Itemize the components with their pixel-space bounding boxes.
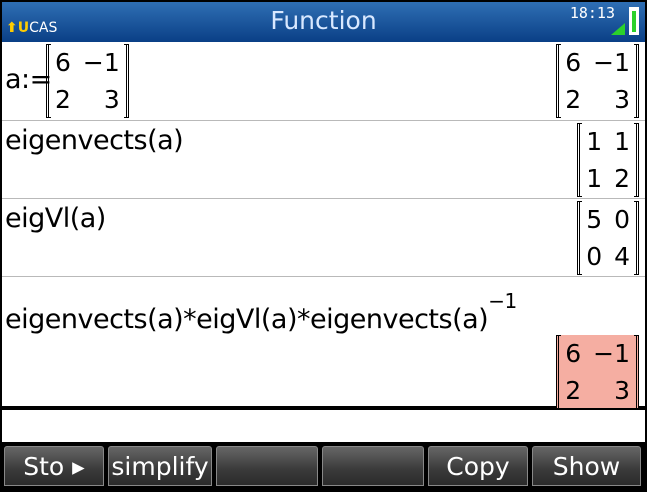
wireless-icon xyxy=(611,23,625,35)
result-matrix: 6 −1 2 3 xyxy=(556,44,639,118)
soft-menu-bar: Sto ▸ simplify Copy Show xyxy=(2,442,645,490)
result-matrix: 1 1 1 2 xyxy=(577,123,639,197)
clock: 18:13 xyxy=(569,4,615,22)
matrix-cell: 2 xyxy=(55,85,71,114)
show-button[interactable]: Show xyxy=(532,446,641,486)
battery-icon xyxy=(629,7,639,35)
matrix-cell: 3 xyxy=(614,376,630,405)
result-matrix-selected: 6 −1 2 3 xyxy=(556,335,639,409)
history-entry[interactable]: eigenvects(a) 1 1 1 2 xyxy=(2,121,645,199)
title-bar: ⬆UCAS Function 18:13 xyxy=(2,2,645,42)
matrix-cell: 1 xyxy=(586,164,603,193)
history-area[interactable]: a:= 6 −1 2 3 6 −1 2 3 eigenvects(a) 1 1 … xyxy=(2,42,645,409)
history-input: eigenvects(a) xyxy=(5,125,184,156)
history-entry[interactable]: a:= 6 −1 2 3 6 −1 2 3 xyxy=(2,42,645,121)
matrix-cell: −1 xyxy=(593,48,630,77)
calculator-screen: ⬆UCAS Function 18:13 a:= 6 −1 2 3 6 −1 2 xyxy=(0,0,647,492)
input-text: a:= xyxy=(5,64,52,95)
matrix-cell: 6 xyxy=(55,48,71,77)
matrix-cell: 0 xyxy=(614,205,630,234)
history-input: eigenvects(a)*eigVl(a)*eigenvects(a)−1 xyxy=(5,289,517,335)
matrix-cell: 6 xyxy=(565,339,582,368)
matrix-cell: 2 xyxy=(614,164,630,193)
result-matrix: 5 0 0 4 xyxy=(577,201,639,275)
matrix-cell: −1 xyxy=(82,48,120,77)
blank-softkey[interactable] xyxy=(216,446,318,486)
app-title: Function xyxy=(270,6,377,35)
input-matrix: 6 −1 2 3 xyxy=(46,44,129,118)
matrix-cell: 0 xyxy=(586,242,603,271)
exponent: −1 xyxy=(488,289,517,313)
input-text: eigenvects(a)*eigVl(a)*eigenvects(a) xyxy=(5,304,489,335)
history-input: eigVl(a) xyxy=(5,203,106,234)
matrix-cell: 4 xyxy=(614,242,630,271)
copy-button[interactable]: Copy xyxy=(428,446,528,486)
simplify-button[interactable]: simplify xyxy=(108,446,212,486)
history-input: a:= xyxy=(5,64,52,95)
matrix-cell: 2 xyxy=(565,85,582,114)
blank-softkey[interactable] xyxy=(322,446,424,486)
history-entry-selected[interactable]: eigenvects(a)*eigVl(a)*eigenvects(a)−1 6… xyxy=(2,277,645,409)
matrix-cell: −1 xyxy=(593,339,630,368)
matrix-cell: 1 xyxy=(586,127,603,156)
matrix-cell: 1 xyxy=(614,127,630,156)
matrix-cell: 3 xyxy=(103,85,120,114)
matrix-cell: 6 xyxy=(565,48,582,77)
matrix-cell: 2 xyxy=(565,376,582,405)
matrix-cell: 3 xyxy=(614,85,630,114)
sto-button[interactable]: Sto ▸ xyxy=(4,446,104,486)
command-line-input[interactable] xyxy=(2,408,645,443)
history-entry[interactable]: eigVl(a) 5 0 0 4 xyxy=(2,199,645,277)
matrix-cell: 5 xyxy=(586,205,603,234)
